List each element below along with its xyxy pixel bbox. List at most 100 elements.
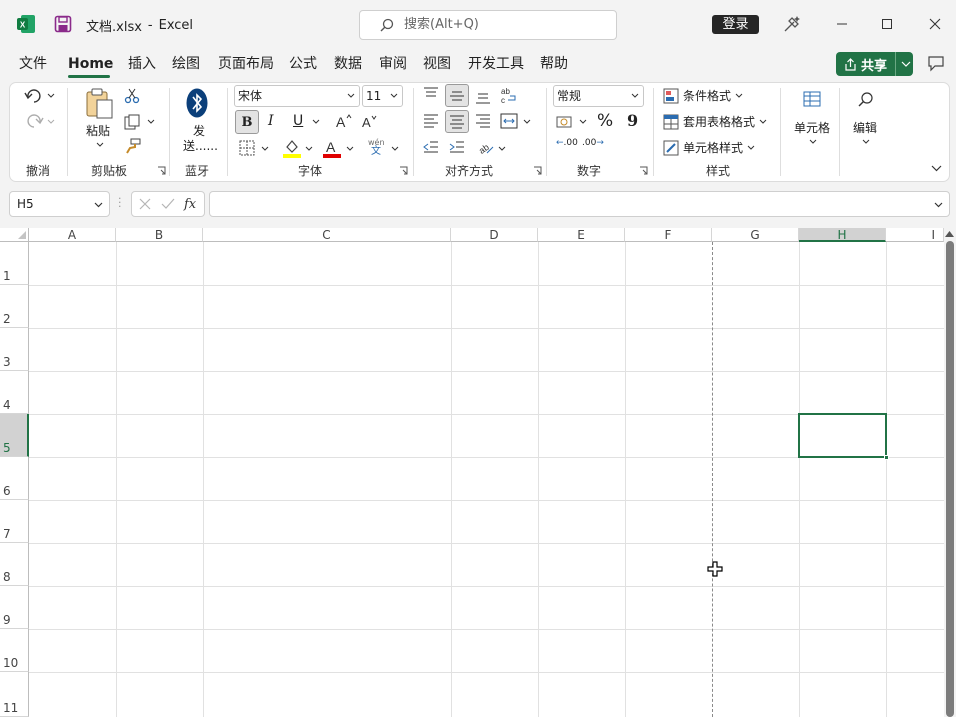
column-header-b[interactable]: B [116, 228, 203, 242]
undo-dropdown-icon[interactable] [47, 93, 55, 98]
minimize-button[interactable] [824, 8, 860, 40]
column-header-e[interactable]: E [538, 228, 625, 242]
scrollbar-thumb[interactable] [946, 241, 954, 717]
name-box[interactable]: H5 [9, 191, 110, 217]
align-left-icon[interactable] [423, 114, 439, 128]
column-header-a[interactable]: A [29, 228, 116, 242]
orientation-dropdown-icon[interactable] [498, 146, 506, 151]
tab-file[interactable]: 文件 [19, 54, 47, 74]
column-header-c[interactable]: C [203, 228, 451, 242]
phonetic-guide-button[interactable]: wén 文 [368, 138, 385, 157]
align-right-icon[interactable] [475, 114, 491, 128]
row-header-3[interactable]: 3 [0, 328, 29, 371]
currency-dropdown-icon[interactable] [579, 119, 587, 124]
row-header-2[interactable]: 2 [0, 285, 29, 328]
cell-styles-button[interactable]: 单元格样式 [663, 139, 755, 156]
font-color-dropdown-icon[interactable] [346, 146, 354, 151]
tab-draw[interactable]: 绘图 [172, 54, 200, 74]
borders-icon[interactable] [239, 140, 255, 156]
search-box[interactable]: 搜索(Alt+Q) [359, 10, 617, 40]
cells-icon[interactable] [803, 91, 821, 107]
share-dropdown-icon[interactable] [895, 52, 911, 76]
font-size-select[interactable]: 11 [362, 85, 403, 107]
clipboard-launcher-icon[interactable] [157, 166, 166, 175]
cells-label[interactable]: 单元格 [794, 119, 830, 136]
designer-icon[interactable] [782, 14, 802, 34]
row-header-11[interactable]: 11 [0, 672, 29, 717]
phonetic-dropdown-icon[interactable] [391, 146, 399, 151]
decrease-font-icon[interactable]: A [361, 113, 379, 129]
alignment-launcher-icon[interactable] [533, 166, 542, 175]
active-cell-h5[interactable] [798, 413, 887, 458]
row-header-8[interactable]: 8 [0, 543, 29, 586]
bluetooth-icon[interactable] [186, 88, 208, 118]
align-center-button[interactable] [445, 110, 469, 133]
tab-formulas[interactable]: 公式 [289, 54, 317, 74]
align-bottom-icon[interactable] [475, 90, 491, 104]
cells-dropdown-icon[interactable] [809, 139, 817, 144]
align-middle-button[interactable] [445, 84, 469, 107]
underline-button[interactable]: U [293, 113, 303, 129]
close-button[interactable] [917, 8, 953, 40]
tab-insert[interactable]: 插入 [128, 54, 156, 74]
column-header-h[interactable]: H [799, 228, 886, 242]
number-format-select[interactable]: 常规 [553, 85, 644, 107]
cut-icon[interactable] [124, 88, 140, 104]
percent-button[interactable]: % [597, 111, 613, 131]
editing-dropdown-icon[interactable] [862, 139, 870, 144]
tab-developer[interactable]: 开发工具 [468, 54, 524, 74]
ribbon-expand-icon[interactable] [931, 165, 942, 172]
editing-label[interactable]: 编辑 [853, 119, 877, 136]
tab-data[interactable]: 数据 [334, 54, 362, 74]
tab-review[interactable]: 审阅 [379, 54, 407, 74]
row-header-1[interactable]: 1 [0, 242, 29, 285]
currency-icon[interactable] [556, 114, 574, 130]
merge-center-icon[interactable] [500, 113, 518, 129]
conditional-formatting-button[interactable]: 条件格式 [663, 87, 743, 104]
copy-dropdown-icon[interactable] [147, 119, 155, 124]
expand-formula-icon[interactable] [934, 202, 943, 208]
increase-decimal-button[interactable]: ←.00 [556, 139, 578, 148]
column-header-i[interactable]: I [886, 228, 944, 242]
comma-button[interactable]: 9 [627, 111, 638, 130]
underline-dropdown-icon[interactable] [312, 119, 320, 124]
tab-view[interactable]: 视图 [423, 54, 451, 74]
decrease-decimal-button[interactable]: .00→ [582, 139, 604, 148]
paste-label[interactable]: 粘贴 [86, 122, 110, 139]
column-header-f[interactable]: F [625, 228, 712, 242]
column-header-g[interactable]: G [712, 228, 799, 242]
format-as-table-button[interactable]: 套用表格格式 [663, 113, 767, 130]
orientation-icon[interactable]: ab [477, 138, 495, 156]
comments-icon[interactable] [927, 55, 945, 73]
tab-help[interactable]: 帮助 [540, 54, 568, 74]
editing-search-icon[interactable] [858, 91, 874, 107]
increase-font-icon[interactable]: A [335, 113, 353, 129]
bold-button[interactable]: B [235, 110, 259, 134]
row-header-4[interactable]: 4 [0, 371, 29, 414]
row-header-9[interactable]: 9 [0, 586, 29, 629]
bluetooth-send-label-2[interactable]: 送...... [183, 137, 218, 154]
save-icon[interactable] [54, 15, 72, 33]
decrease-indent-icon[interactable] [423, 140, 439, 154]
worksheet-grid[interactable]: A B C D E F G H I 1 2 3 4 5 6 7 8 9 10 1… [0, 228, 944, 717]
increase-indent-icon[interactable] [449, 140, 465, 154]
login-button[interactable]: 登录 [712, 15, 759, 34]
tab-home[interactable]: Home [68, 54, 113, 74]
insert-function-button[interactable]: fx [184, 197, 196, 212]
align-top-icon[interactable] [423, 87, 439, 101]
copy-icon[interactable] [124, 114, 142, 130]
fill-color-icon[interactable] [283, 138, 301, 158]
share-button[interactable]: 共享 [836, 52, 913, 76]
font-color-icon[interactable]: A [323, 138, 341, 158]
row-header-5[interactable]: 5 [0, 414, 29, 457]
borders-dropdown-icon[interactable] [261, 146, 269, 151]
italic-button[interactable]: I [268, 113, 274, 129]
row-header-10[interactable]: 10 [0, 629, 29, 672]
format-painter-icon[interactable] [125, 138, 141, 154]
select-all-corner[interactable] [0, 228, 29, 242]
column-header-d[interactable]: D [451, 228, 538, 242]
number-launcher-icon[interactable] [639, 166, 648, 175]
fill-handle[interactable] [884, 455, 889, 460]
paste-icon[interactable] [85, 88, 115, 120]
font-launcher-icon[interactable] [399, 166, 408, 175]
